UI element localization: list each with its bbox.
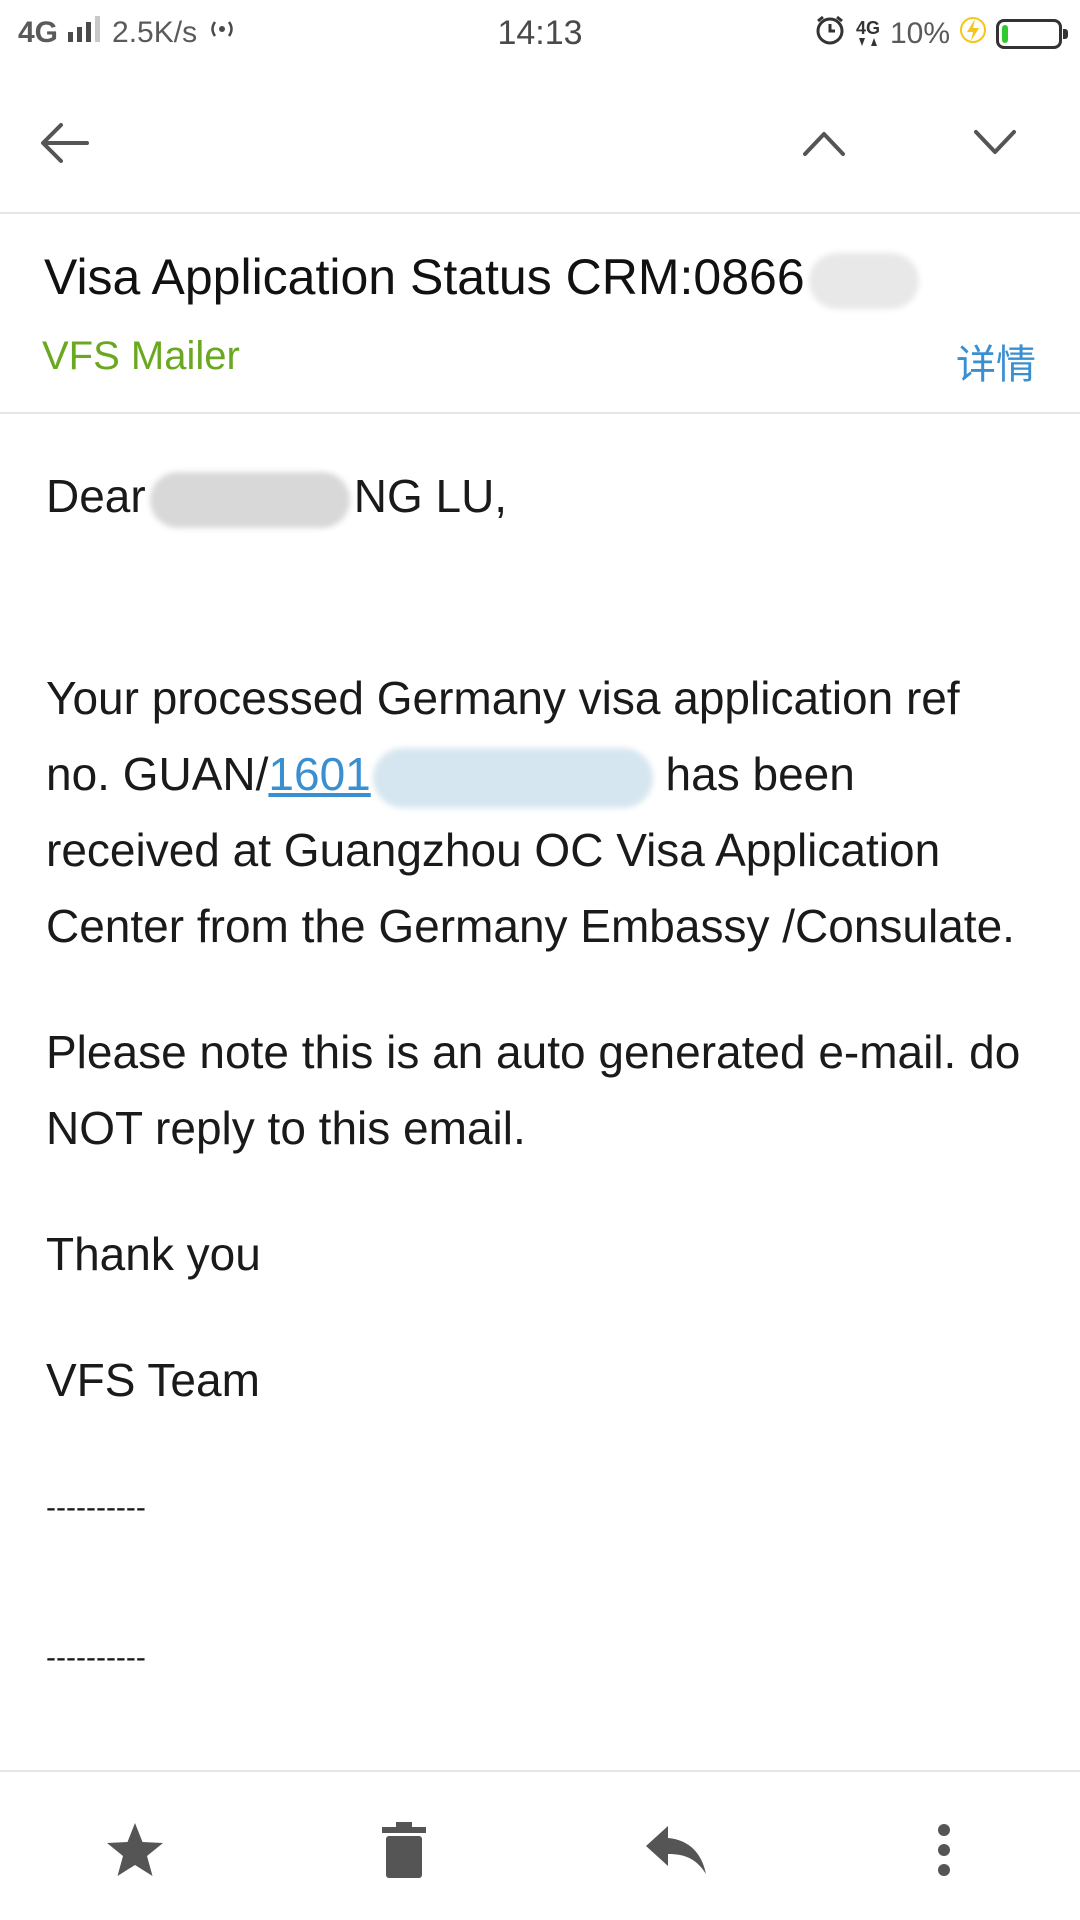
sender-name[interactable]: VFS Mailer — [42, 334, 240, 379]
battery-percent: 10% — [889, 17, 950, 50]
redacted-block — [808, 252, 919, 309]
more-vertical-icon — [937, 1823, 951, 1881]
greeting-line: Dear NG LU, — [46, 458, 1036, 534]
back-button[interactable] — [30, 110, 100, 180]
trash-icon — [382, 1821, 426, 1883]
star-button[interactable] — [95, 1812, 175, 1892]
paragraph-auto-notice: Please note this is an auto generated e-… — [46, 1026, 1021, 1154]
greeting-suffix: NG LU, — [353, 470, 508, 522]
greeting-prefix: Dear — [46, 470, 146, 522]
thanks-line: Thank you — [46, 1228, 261, 1280]
text-divider: ---------- — [46, 1641, 146, 1674]
signature: VFS Team — [46, 1354, 260, 1406]
next-email-button[interactable] — [960, 110, 1030, 180]
data-arrows-icon: 4G — [855, 18, 880, 48]
reply-icon — [644, 1824, 708, 1881]
reply-button[interactable] — [636, 1812, 716, 1892]
redacted-block — [149, 471, 350, 528]
status-bar: 4G 2.5K/s 14:13 4G 10% — [0, 0, 1080, 72]
details-link[interactable]: 详情 — [956, 332, 1036, 390]
alarm-icon — [814, 14, 846, 54]
chevron-up-icon — [801, 128, 847, 163]
charging-icon — [960, 15, 986, 53]
email-body: Dear NG LU, Your processed Germany visa a… — [46, 414, 1036, 1678]
redacted-block — [372, 747, 653, 808]
toolbar — [0, 72, 1080, 214]
bottom-action-bar — [0, 1770, 1080, 1920]
battery-fill — [1002, 25, 1008, 43]
text-divider: ---------- — [46, 1491, 146, 1524]
previous-email-button[interactable] — [789, 110, 859, 180]
reference-number-link[interactable]: 1601 — [268, 748, 370, 800]
email-header: Visa Application Status CRM:0866 VFS Mai… — [0, 214, 1080, 414]
back-arrow-icon — [39, 121, 91, 170]
delete-button[interactable] — [364, 1812, 444, 1892]
chevron-down-icon — [972, 128, 1018, 163]
status-right: 4G 10% — [814, 14, 1068, 54]
star-icon — [105, 1821, 165, 1884]
paragraph-status: Your processed Germany visa application … — [46, 660, 1036, 964]
battery-icon — [996, 19, 1068, 49]
more-options-button[interactable] — [904, 1812, 984, 1892]
email-subject: Visa Application Status CRM:0866 — [44, 248, 919, 309]
network-type-right: 4G — [855, 18, 880, 38]
subject-text: Visa Application Status CRM:0866 — [44, 249, 805, 305]
